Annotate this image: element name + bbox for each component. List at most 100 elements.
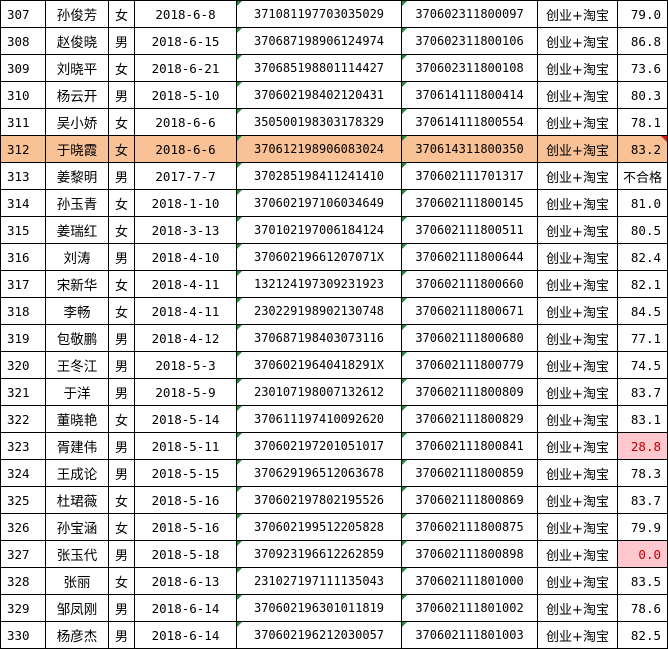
row-number-cell[interactable]: 330 — [0, 621, 46, 649]
gender-cell[interactable]: 男 — [108, 162, 135, 190]
row-number-cell[interactable]: 308 — [0, 27, 46, 55]
score-cell[interactable]: 80.5 — [617, 216, 668, 244]
date-cell[interactable]: 2018-6-6 — [134, 108, 237, 136]
table-row[interactable]: 312 于晓霞女 2018-6-6 370612198906083024 3706143… — [0, 135, 668, 163]
name-cell[interactable]: 杜珺薇 — [45, 486, 109, 514]
name-cell[interactable]: 赵俊晓 — [45, 27, 109, 55]
table-row[interactable]: 325 杜珺薇女 2018-5-16 370602197802195526 370602… — [0, 486, 668, 514]
gender-cell[interactable]: 男 — [108, 243, 135, 271]
table-row[interactable]: 327 张玉代男 2018-5-18 370923196612262859 370602… — [0, 540, 668, 568]
table-row[interactable]: 316 刘涛男 2018-4-10 37060219661207071X 3706021… — [0, 243, 668, 271]
table-row[interactable]: 311 吴小娇女 2018-6-6 350500198303178329 3706141… — [0, 108, 668, 136]
gender-cell[interactable]: 男 — [108, 324, 135, 352]
course-type-cell[interactable]: 创业+淘宝 — [537, 621, 618, 649]
certificate-number-cell[interactable]: 370602311800097 — [401, 0, 538, 28]
certificate-number-cell[interactable]: 370602311800106 — [401, 27, 538, 55]
score-cell[interactable]: 83.5 — [617, 567, 668, 595]
score-cell[interactable]: 78.1 — [617, 108, 668, 136]
course-type-cell[interactable]: 创业+淘宝 — [537, 486, 618, 514]
table-row[interactable]: 307 孙俊芳女 2018-6-8 371081197703035029 3706023… — [0, 0, 668, 28]
table-row[interactable]: 326 孙宝涵女 2018-5-16 370602199512205828 370602… — [0, 513, 668, 541]
row-number-cell[interactable]: 320 — [0, 351, 46, 379]
name-cell[interactable]: 吴小娇 — [45, 108, 109, 136]
certificate-number-cell[interactable]: 370602111800145 — [401, 189, 538, 217]
certificate-number-cell[interactable]: 370602111800869 — [401, 486, 538, 514]
score-cell[interactable]: 84.5 — [617, 297, 668, 325]
certificate-number-cell[interactable]: 370614111800414 — [401, 81, 538, 109]
table-row[interactable]: 324 王成论男 2018-5-15 370629196512063678 370602… — [0, 459, 668, 487]
certificate-number-cell[interactable]: 370602111701317 — [401, 162, 538, 190]
gender-cell[interactable]: 女 — [108, 567, 135, 595]
id-number-cell[interactable]: 371081197703035029 — [236, 0, 402, 28]
row-number-cell[interactable]: 309 — [0, 54, 46, 82]
name-cell[interactable]: 邹凤刚 — [45, 594, 109, 622]
score-cell[interactable]: 80.3 — [617, 81, 668, 109]
certificate-number-cell[interactable]: 370602111800779 — [401, 351, 538, 379]
course-type-cell[interactable]: 创业+淘宝 — [537, 567, 618, 595]
course-type-cell[interactable]: 创业+淘宝 — [537, 135, 618, 163]
gender-cell[interactable]: 男 — [108, 351, 135, 379]
certificate-number-cell[interactable]: 370602111800680 — [401, 324, 538, 352]
course-type-cell[interactable]: 创业+淘宝 — [537, 378, 618, 406]
date-cell[interactable]: 2018-4-11 — [134, 270, 237, 298]
date-cell[interactable]: 2018-3-13 — [134, 216, 237, 244]
course-type-cell[interactable]: 创业+淘宝 — [537, 432, 618, 460]
score-cell[interactable]: 79.0 — [617, 0, 668, 28]
id-number-cell[interactable]: 370629196512063678 — [236, 459, 402, 487]
gender-cell[interactable]: 女 — [108, 108, 135, 136]
certificate-number-cell[interactable]: 370602111800660 — [401, 270, 538, 298]
course-type-cell[interactable]: 创业+淘宝 — [537, 54, 618, 82]
id-number-cell[interactable]: 370102197006184124 — [236, 216, 402, 244]
gender-cell[interactable]: 女 — [108, 54, 135, 82]
table-row[interactable]: 330 杨彦杰男 2018-6-14 370602196212030057 370602… — [0, 621, 668, 649]
course-type-cell[interactable]: 创业+淘宝 — [537, 351, 618, 379]
gender-cell[interactable]: 女 — [108, 270, 135, 298]
score-cell[interactable]: 82.5 — [617, 621, 668, 649]
name-cell[interactable]: 于晓霞 — [45, 135, 109, 163]
certificate-number-cell[interactable]: 370614111800554 — [401, 108, 538, 136]
table-row[interactable]: 320 王冬江男 2018-5-3 37060219640418291X 3706021… — [0, 351, 668, 379]
score-cell[interactable]: 82.1 — [617, 270, 668, 298]
date-cell[interactable]: 2018-5-11 — [134, 432, 237, 460]
course-type-cell[interactable]: 创业+淘宝 — [537, 513, 618, 541]
course-type-cell[interactable]: 创业+淘宝 — [537, 297, 618, 325]
table-row[interactable]: 314 孙玉青女 2018-1-10 370602197106034649 370602… — [0, 189, 668, 217]
row-number-cell[interactable]: 311 — [0, 108, 46, 136]
id-number-cell[interactable]: 370602197802195526 — [236, 486, 402, 514]
certificate-number-cell[interactable]: 370602111801003 — [401, 621, 538, 649]
course-type-cell[interactable]: 创业+淘宝 — [537, 540, 618, 568]
name-cell[interactable]: 宋新华 — [45, 270, 109, 298]
name-cell[interactable]: 孙俊芳 — [45, 0, 109, 28]
score-cell[interactable]: 73.6 — [617, 54, 668, 82]
score-cell[interactable]: 81.0 — [617, 189, 668, 217]
id-number-cell[interactable]: 370602197201051017 — [236, 432, 402, 460]
id-number-cell[interactable]: 370611197410092620 — [236, 405, 402, 433]
id-number-cell[interactable]: 132124197309231923 — [236, 270, 402, 298]
gender-cell[interactable]: 男 — [108, 378, 135, 406]
row-number-cell[interactable]: 326 — [0, 513, 46, 541]
certificate-number-cell[interactable]: 370602111800898 — [401, 540, 538, 568]
row-number-cell[interactable]: 327 — [0, 540, 46, 568]
id-number-cell[interactable]: 370923196612262859 — [236, 540, 402, 568]
table-row[interactable]: 319 包敬鹏男 2018-4-12 370687198403073116 370602… — [0, 324, 668, 352]
score-cell[interactable]: 不合格 — [617, 162, 668, 190]
row-number-cell[interactable]: 322 — [0, 405, 46, 433]
date-cell[interactable]: 2018-5-10 — [134, 81, 237, 109]
date-cell[interactable]: 2018-5-18 — [134, 540, 237, 568]
id-number-cell[interactable]: 231027197111135043 — [236, 567, 402, 595]
date-cell[interactable]: 2018-6-8 — [134, 0, 237, 28]
gender-cell[interactable]: 男 — [108, 81, 135, 109]
name-cell[interactable]: 于洋 — [45, 378, 109, 406]
date-cell[interactable]: 2018-5-14 — [134, 405, 237, 433]
date-cell[interactable]: 2018-4-10 — [134, 243, 237, 271]
gender-cell[interactable]: 女 — [108, 405, 135, 433]
date-cell[interactable]: 2018-5-16 — [134, 513, 237, 541]
date-cell[interactable]: 2018-5-16 — [134, 486, 237, 514]
table-row[interactable]: 309 刘晓平女 2018-6-21 370685198801114427 370602… — [0, 54, 668, 82]
name-cell[interactable]: 张丽 — [45, 567, 109, 595]
id-number-cell[interactable]: 370612198906083024 — [236, 135, 402, 163]
course-type-cell[interactable]: 创业+淘宝 — [537, 0, 618, 28]
score-cell[interactable]: 79.9 — [617, 513, 668, 541]
table-row[interactable]: 328 张丽女 2018-6-13 231027197111135043 3706021… — [0, 567, 668, 595]
gender-cell[interactable]: 男 — [108, 540, 135, 568]
